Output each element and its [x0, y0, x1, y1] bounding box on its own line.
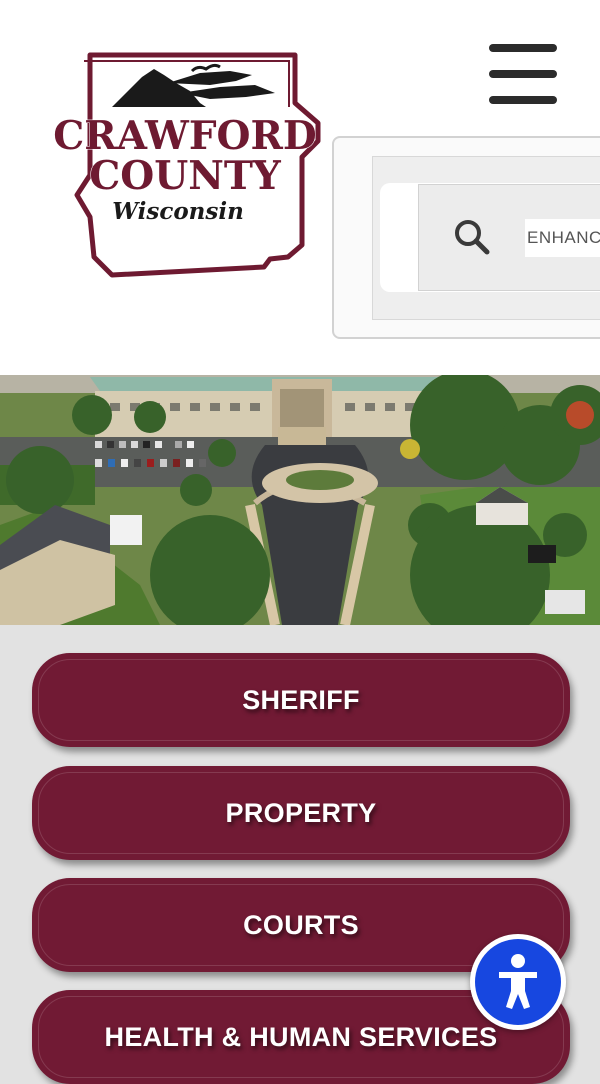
accessibility-person-icon — [475, 939, 561, 1025]
accessibility-button[interactable] — [470, 934, 566, 1030]
hero-image — [0, 375, 600, 625]
magnifier-icon[interactable] — [452, 218, 492, 258]
crawford-county-logo[interactable]: CRAWFORD COUNTY Wisconsin — [50, 45, 325, 280]
nav-button-property[interactable]: PROPERTY — [32, 766, 570, 860]
hamburger-menu-icon[interactable] — [484, 40, 560, 110]
logo-line-wisconsin: Wisconsin — [112, 198, 244, 225]
nav-button-sheriff[interactable]: SHERIFF — [32, 653, 570, 747]
search-input[interactable]: ENHANCED SEARCH — [525, 219, 600, 257]
logo-line-county: COUNTY — [89, 153, 282, 199]
site-header: CRAWFORD COUNTY Wisconsin ENHANCED SEARC… — [0, 0, 600, 375]
